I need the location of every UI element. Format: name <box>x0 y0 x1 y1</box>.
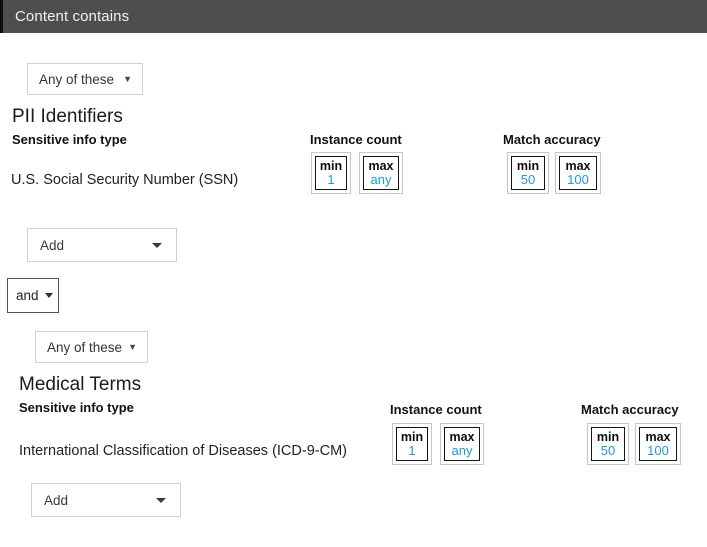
match-accuracy-min-stepper-group-2-row-1[interactable]: min 50 <box>587 423 629 465</box>
column-header-instance-count-group-2: Instance count <box>390 402 482 417</box>
stepper-label: min <box>597 430 619 444</box>
content-contains-header: Content contains <box>0 0 707 33</box>
caret-down-icon <box>152 243 162 248</box>
match-accuracy-max-stepper-group-1-row-1[interactable]: max 100 <box>555 152 601 194</box>
column-header-instance-count-group-1: Instance count <box>310 132 402 147</box>
instance-count-min-stepper-group-2-row-1[interactable]: min 1 <box>392 423 432 465</box>
add-button-group-2-label: Add <box>32 493 68 508</box>
stepper-value: 1 <box>327 173 334 188</box>
stepper-inner: min 1 <box>396 427 428 461</box>
stepper-label: max <box>645 430 670 444</box>
match-type-selector-group-1-value: Any of these <box>28 72 114 87</box>
add-button-group-1[interactable]: Add <box>27 228 177 262</box>
page-title: Content contains <box>3 8 129 25</box>
caret-down-icon <box>156 498 166 503</box>
stepper-value: any <box>371 173 392 188</box>
match-accuracy-min-stepper-group-1-row-1[interactable]: min 50 <box>507 152 549 194</box>
stepper-value: 50 <box>521 173 535 188</box>
stepper-inner: max any <box>444 427 480 461</box>
column-header-sensitive-info-type-group-1: Sensitive info type <box>12 132 127 147</box>
column-header-sensitive-info-type-group-2: Sensitive info type <box>19 400 134 415</box>
match-accuracy-max-stepper-group-2-row-1[interactable]: max 100 <box>635 423 681 465</box>
group-operator-selector[interactable]: and <box>7 278 59 313</box>
match-type-selector-group-2-value: Any of these <box>36 340 122 355</box>
stepper-value: 50 <box>601 444 615 459</box>
chevron-down-icon <box>45 293 53 298</box>
instance-count-min-stepper-group-1-row-1[interactable]: min 1 <box>311 152 351 194</box>
instance-count-max-stepper-group-2-row-1[interactable]: max any <box>440 423 484 465</box>
stepper-label: max <box>449 430 474 444</box>
stepper-value: 100 <box>567 173 589 188</box>
sensitive-info-type-name-group-2-row-1: International Classification of Diseases… <box>19 443 347 459</box>
group-title-medical: Medical Terms <box>19 374 141 396</box>
column-header-match-accuracy-group-2: Match accuracy <box>581 402 679 417</box>
match-type-selector-group-1[interactable]: Any of these ▼ <box>27 63 143 95</box>
stepper-label: min <box>401 430 423 444</box>
stepper-label: min <box>517 159 539 173</box>
group-operator-label: and <box>8 288 39 303</box>
chevron-down-icon: ▼ <box>123 75 142 84</box>
add-button-group-2[interactable]: Add <box>31 483 181 517</box>
stepper-value: any <box>452 444 473 459</box>
stepper-inner: min 50 <box>591 427 625 461</box>
stepper-inner: min 1 <box>315 156 347 190</box>
stepper-value: 1 <box>408 444 415 459</box>
stepper-inner: max any <box>363 156 399 190</box>
add-button-group-1-label: Add <box>28 238 64 253</box>
stepper-inner: max 100 <box>559 156 597 190</box>
stepper-label: max <box>565 159 590 173</box>
sensitive-info-type-name-group-1-row-1: U.S. Social Security Number (SSN) <box>11 172 238 188</box>
stepper-value: 100 <box>647 444 669 459</box>
column-header-match-accuracy-group-1: Match accuracy <box>503 132 601 147</box>
stepper-label: min <box>320 159 342 173</box>
match-type-selector-group-2[interactable]: Any of these ▼ <box>35 331 148 363</box>
stepper-label: max <box>368 159 393 173</box>
stepper-inner: max 100 <box>639 427 677 461</box>
chevron-down-icon: ▼ <box>128 343 147 352</box>
instance-count-max-stepper-group-1-row-1[interactable]: max any <box>359 152 403 194</box>
stepper-inner: min 50 <box>511 156 545 190</box>
group-title-pii: PII Identifiers <box>12 106 123 128</box>
